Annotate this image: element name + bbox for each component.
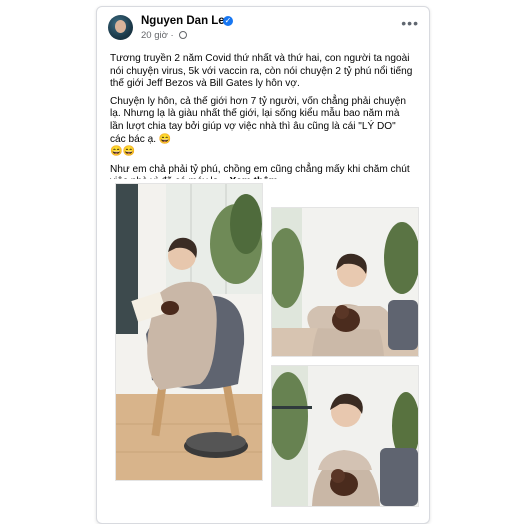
post-meta: 20 giờ ·	[141, 30, 188, 41]
post-body: Tương truyền 2 năm Covid thứ nhất và thứ…	[110, 53, 414, 194]
photo-woman-with-dog[interactable]	[271, 207, 419, 357]
author-name[interactable]: Nguyen Dan Le	[141, 15, 225, 27]
photo-illustration	[272, 366, 418, 506]
avatar[interactable]	[108, 15, 133, 40]
laughing-emoji-icon: 😄😄	[110, 146, 136, 158]
verified-badge-icon: ✓	[223, 16, 233, 26]
post-time[interactable]: 20 giờ	[141, 30, 168, 41]
post-card: Nguyen Dan Le ✓ 20 giờ · ••• Tương truyề…	[96, 6, 430, 524]
photo-woman-portrait[interactable]	[271, 365, 419, 507]
photo-woman-reading[interactable]	[115, 183, 263, 481]
post-paragraph-2: Chuyện ly hôn, cả thế giới hơn 7 tỷ ngườ…	[110, 96, 414, 159]
photo-illustration	[272, 208, 418, 356]
post-header: Nguyen Dan Le ✓ 20 giờ · •••	[97, 7, 429, 43]
post-paragraph-2-text: Chuyện ly hôn, cả thế giới hơn 7 tỷ ngườ…	[110, 95, 406, 145]
globe-icon	[179, 31, 188, 39]
post-paragraph-1: Tương truyền 2 năm Covid thứ nhất và thứ…	[110, 53, 413, 90]
laughing-emoji-icon: 😄	[158, 133, 172, 145]
photo-gallery	[105, 179, 421, 519]
photo-illustration	[116, 184, 262, 480]
more-options-button[interactable]: •••	[401, 15, 419, 31]
